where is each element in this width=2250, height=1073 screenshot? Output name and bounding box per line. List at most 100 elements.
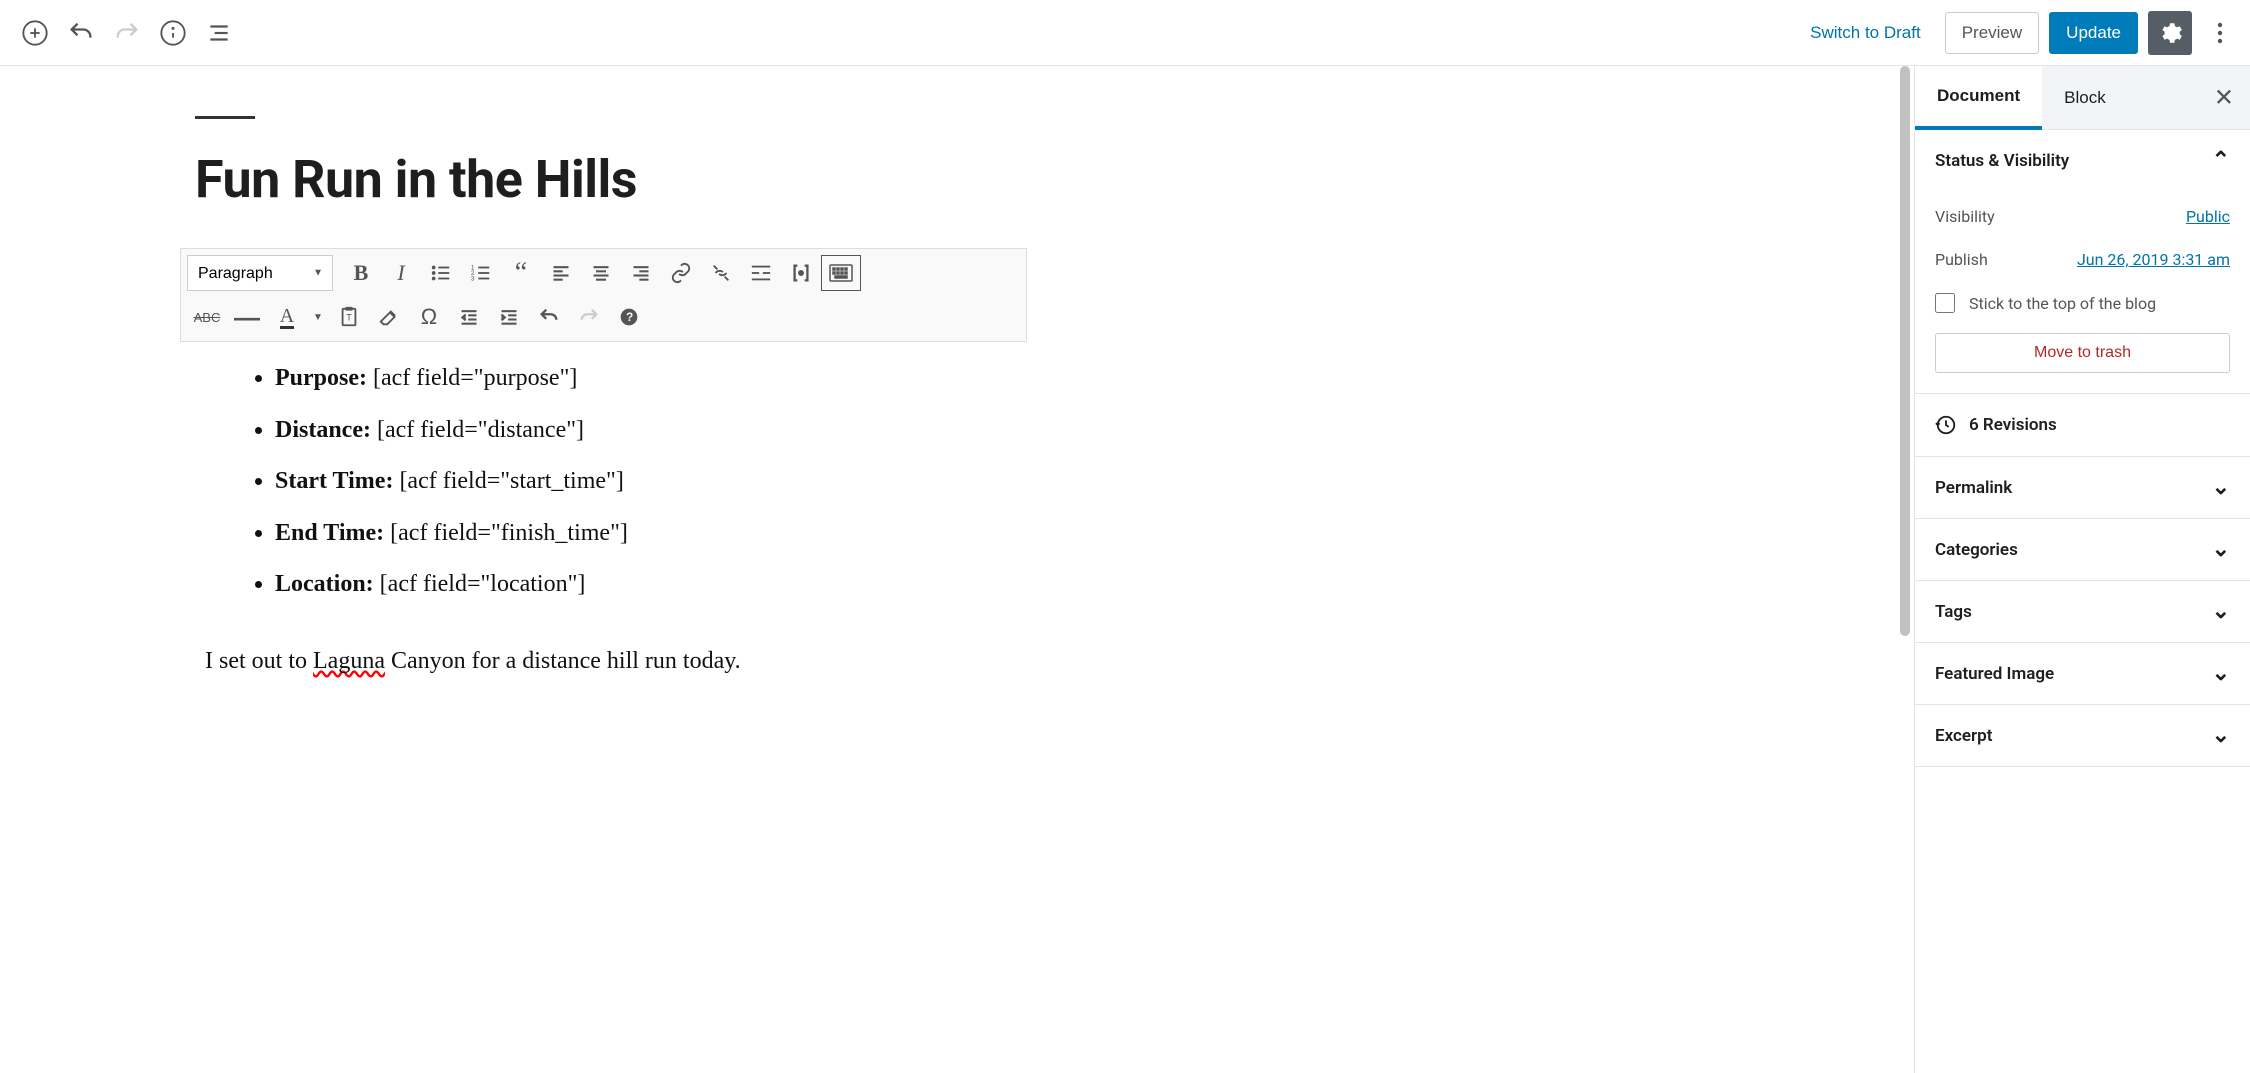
eraser-icon xyxy=(378,306,400,328)
publish-row: Publish Jun 26, 2019 3:31 am xyxy=(1935,238,2230,281)
stick-label: Stick to the top of the blog xyxy=(1969,294,2156,313)
text-color-dropdown[interactable]: ▼ xyxy=(307,299,329,335)
italic-icon: I xyxy=(397,260,404,286)
tab-document[interactable]: Document xyxy=(1915,66,2042,130)
gear-icon xyxy=(2157,20,2183,46)
toolbar-right: Switch to Draft Preview Update xyxy=(1796,11,2238,55)
move-to-trash-button[interactable]: Move to trash xyxy=(1935,333,2230,373)
italic-button[interactable]: I xyxy=(381,255,421,291)
content-paragraph[interactable]: I set out to Laguna Canyon for a distanc… xyxy=(205,642,1025,680)
visibility-label: Visibility xyxy=(1935,207,1995,226)
status-panel-header[interactable]: Status & Visibility ⌃ xyxy=(1915,130,2250,191)
redo-icon xyxy=(578,306,600,328)
chevron-down-icon: ⌄ xyxy=(2212,723,2230,748)
align-center-icon xyxy=(591,263,611,283)
text-color-button[interactable]: A xyxy=(267,299,307,335)
featured-header[interactable]: Featured Image ⌄ xyxy=(1915,643,2250,704)
sidebar-tabs: Document Block ✕ xyxy=(1915,66,2250,130)
strikethrough-icon: ABC xyxy=(194,310,221,325)
svg-text:T: T xyxy=(346,313,352,323)
spell-error[interactable]: Laguna xyxy=(313,648,385,674)
shortcode-icon xyxy=(790,262,812,284)
settings-toggle-button[interactable] xyxy=(2148,11,2192,55)
stick-checkbox[interactable] xyxy=(1935,293,1955,313)
clear-formatting-button[interactable] xyxy=(369,299,409,335)
horizontal-rule-button[interactable]: — xyxy=(227,299,267,335)
permalink-header[interactable]: Permalink ⌄ xyxy=(1915,457,2250,518)
link-button[interactable] xyxy=(661,255,701,291)
classic-editor-toolbar: Paragraph B I 123 “ xyxy=(180,248,1027,342)
list-item[interactable]: Purpose: [acf field="purpose"] xyxy=(275,362,1025,396)
indent-button[interactable] xyxy=(489,299,529,335)
stick-checkbox-row[interactable]: Stick to the top of the blog xyxy=(1935,281,2230,333)
outdent-button[interactable] xyxy=(449,299,489,335)
insert-shortcode-button[interactable] xyxy=(781,255,821,291)
update-button[interactable]: Update xyxy=(2049,12,2138,54)
undo-editor-button[interactable] xyxy=(529,299,569,335)
blockquote-button[interactable]: “ xyxy=(501,255,541,291)
categories-header[interactable]: Categories ⌄ xyxy=(1915,519,2250,580)
editor-area: Fun Run in the Hills Paragraph B I 12 xyxy=(0,66,1914,1073)
settings-sidebar: Document Block ✕ Status & Visibility ⌃ V… xyxy=(1914,66,2250,1073)
help-button[interactable]: ? xyxy=(609,299,649,335)
toolbar-left xyxy=(12,10,242,56)
align-right-icon xyxy=(631,263,651,283)
undo-button[interactable] xyxy=(58,10,104,56)
insert-more-button[interactable] xyxy=(741,255,781,291)
toolbar-toggle-button[interactable] xyxy=(821,255,861,291)
main-layout: Fun Run in the Hills Paragraph B I 12 xyxy=(0,66,2250,1073)
visibility-value[interactable]: Public xyxy=(2186,207,2230,226)
bold-icon: B xyxy=(354,260,369,286)
info-button[interactable] xyxy=(150,10,196,56)
preview-button[interactable]: Preview xyxy=(1945,12,2039,54)
top-toolbar: Switch to Draft Preview Update xyxy=(0,0,2250,66)
redo-button[interactable] xyxy=(104,10,150,56)
publish-value[interactable]: Jun 26, 2019 3:31 am xyxy=(2077,250,2230,269)
toolbar-row-2: ABC — A ▼ T Ω xyxy=(183,295,1024,339)
status-panel-body: Visibility Public Publish Jun 26, 2019 3… xyxy=(1915,191,2250,393)
add-block-button[interactable] xyxy=(12,10,58,56)
close-sidebar-button[interactable]: ✕ xyxy=(2204,77,2244,118)
visibility-row: Visibility Public xyxy=(1935,195,2230,238)
list-item[interactable]: Distance: [acf field="distance"] xyxy=(275,414,1025,448)
categories-panel: Categories ⌄ xyxy=(1915,519,2250,581)
indent-icon xyxy=(499,307,519,327)
list-icon xyxy=(206,20,232,46)
publish-label: Publish xyxy=(1935,250,1988,269)
text-color-icon: A xyxy=(280,306,294,329)
more-options-button[interactable] xyxy=(2202,11,2238,55)
scrollbar-thumb[interactable] xyxy=(1900,66,1910,636)
svg-text:?: ? xyxy=(626,311,633,324)
excerpt-panel: Excerpt ⌄ xyxy=(1915,705,2250,767)
list-item[interactable]: End Time: [acf field="finish_time"] xyxy=(275,517,1025,551)
redo-editor-button[interactable] xyxy=(569,299,609,335)
tab-block[interactable]: Block xyxy=(2042,66,2128,129)
post-title[interactable]: Fun Run in the Hills xyxy=(195,149,1035,210)
block-navigation-button[interactable] xyxy=(196,10,242,56)
tags-header[interactable]: Tags ⌄ xyxy=(1915,581,2250,642)
hr-icon: — xyxy=(234,302,260,333)
strikethrough-button[interactable]: ABC xyxy=(187,299,227,335)
chevron-down-icon: ⌄ xyxy=(2212,661,2230,686)
revisions-row[interactable]: 6 Revisions xyxy=(1915,394,2250,457)
switch-to-draft-button[interactable]: Switch to Draft xyxy=(1796,15,1935,51)
bold-button[interactable]: B xyxy=(341,255,381,291)
history-icon xyxy=(1935,414,1957,436)
align-right-button[interactable] xyxy=(621,255,661,291)
title-divider xyxy=(195,116,255,119)
excerpt-header[interactable]: Excerpt ⌄ xyxy=(1915,705,2250,766)
format-select[interactable]: Paragraph xyxy=(187,255,333,291)
clipboard-icon: T xyxy=(338,306,360,328)
paste-text-button[interactable]: T xyxy=(329,299,369,335)
align-center-button[interactable] xyxy=(581,255,621,291)
align-left-button[interactable] xyxy=(541,255,581,291)
numbered-list-button[interactable]: 123 xyxy=(461,255,501,291)
tags-panel: Tags ⌄ xyxy=(1915,581,2250,643)
special-char-button[interactable]: Ω xyxy=(409,299,449,335)
list-item[interactable]: Start Time: [acf field="start_time"] xyxy=(275,465,1025,499)
bullet-list-button[interactable] xyxy=(421,255,461,291)
chevron-up-icon: ⌃ xyxy=(2212,148,2230,173)
list-item[interactable]: Location: [acf field="location"] xyxy=(275,568,1025,602)
content-body[interactable]: Purpose: [acf field="purpose"] Distance:… xyxy=(195,342,1035,700)
unlink-button[interactable] xyxy=(701,255,741,291)
